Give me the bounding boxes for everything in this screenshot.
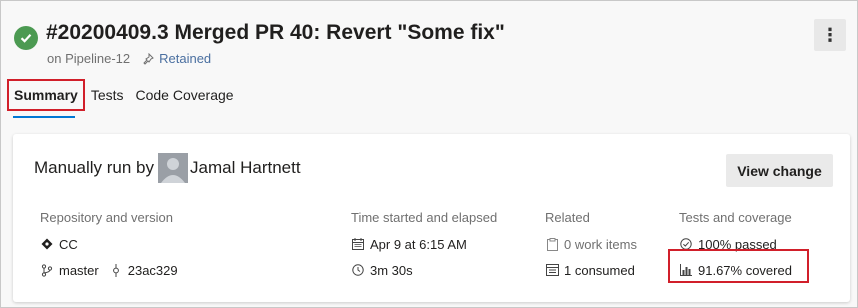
- repo-row[interactable]: CC: [40, 235, 178, 253]
- related-header: Related: [545, 210, 590, 225]
- elapsed-row: 3m 30s: [351, 261, 497, 279]
- user-name[interactable]: Jamal Hartnett: [190, 158, 301, 178]
- repo-header: Repository and version: [40, 210, 173, 225]
- work-items-row: 0 work items: [545, 235, 637, 253]
- pin-icon: [142, 52, 154, 65]
- check-icon: [14, 26, 38, 50]
- clock-icon: [351, 263, 365, 277]
- repo-column: Repository and version CC master 23ac329: [40, 210, 178, 287]
- run-by: Manually run by Jamal Hartnett: [34, 153, 301, 183]
- time-column: Time started and elapsed Apr 9 at 6:15 A…: [351, 210, 497, 287]
- summary-card: Manually run by Jamal Hartnett View chan…: [13, 134, 850, 302]
- run-by-label: Manually run by: [34, 158, 155, 177]
- tab-summary[interactable]: Summary: [7, 79, 85, 111]
- related-column: Related 0 work items 1 consumed: [545, 210, 637, 287]
- tab-tests[interactable]: Tests: [85, 79, 130, 111]
- active-tab-indicator: [13, 116, 75, 118]
- consumed[interactable]: 1 consumed: [564, 263, 635, 278]
- tab-code-coverage[interactable]: Code Coverage: [130, 79, 240, 111]
- work-item-icon: [545, 237, 559, 251]
- started-time: Apr 9 at 6:15 AM: [370, 236, 467, 252]
- avatar: [158, 153, 189, 183]
- repo-icon: [40, 237, 54, 251]
- pipeline-label: on Pipeline-12: [47, 51, 131, 66]
- elapsed-time: 3m 30s: [370, 262, 413, 278]
- commit-icon: [109, 263, 123, 277]
- run-header: #20200409.3 Merged PR 40: Revert "Some f…: [1, 1, 857, 131]
- page-title: #20200409.3 Merged PR 40: Revert "Some f…: [46, 21, 505, 44]
- tests-header: Tests and coverage: [679, 210, 792, 225]
- branch-icon: [40, 263, 54, 277]
- branch-commit-row: master 23ac329: [40, 261, 178, 279]
- work-items: 0 work items: [564, 236, 637, 252]
- branch-name[interactable]: master: [59, 263, 99, 278]
- view-change-button[interactable]: View change: [726, 154, 833, 187]
- repo-name: CC: [59, 236, 78, 252]
- consumed-row[interactable]: 1 consumed: [545, 261, 637, 279]
- time-header: Time started and elapsed: [351, 210, 498, 225]
- retained-label[interactable]: Retained: [159, 51, 211, 66]
- commit-id[interactable]: 23ac329: [128, 263, 178, 278]
- artifact-icon: [545, 263, 559, 277]
- started-row: Apr 9 at 6:15 AM: [351, 235, 497, 253]
- coverage-highlight: [668, 249, 809, 283]
- calendar-icon: [351, 237, 365, 251]
- tab-bar: Summary Tests Code Coverage: [7, 79, 240, 111]
- run-subtitle: on Pipeline-12 Retained: [47, 51, 211, 66]
- more-icon[interactable]: ⋮: [814, 19, 846, 51]
